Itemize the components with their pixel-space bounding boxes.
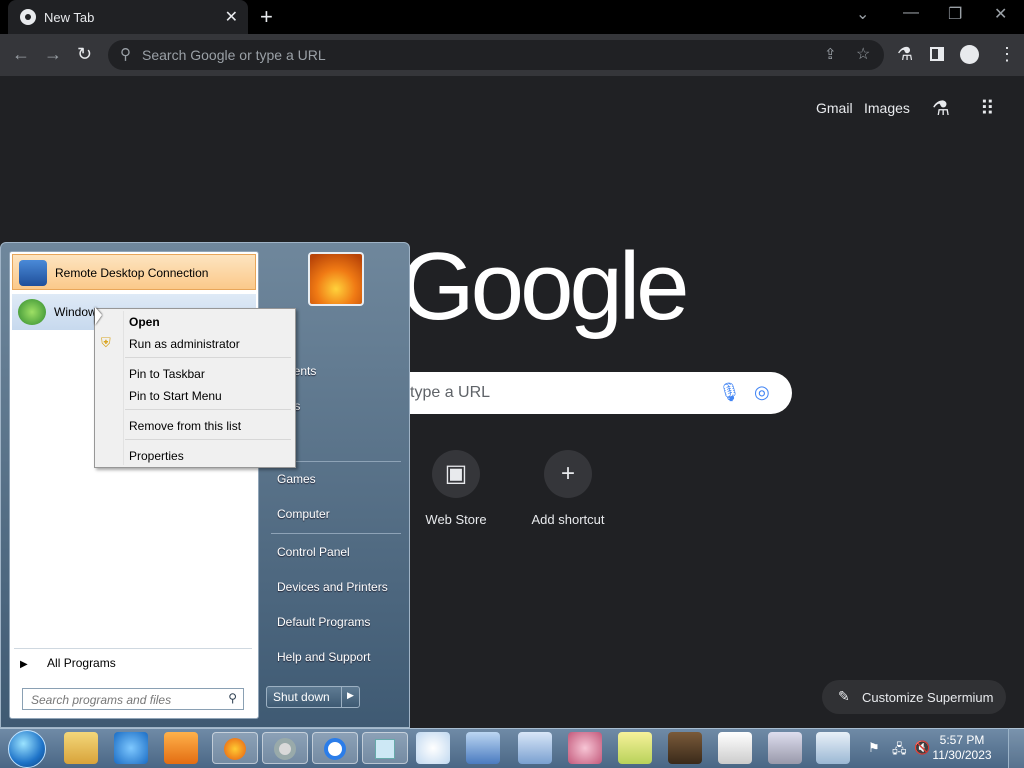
- menu-icon[interactable]: ⋮: [998, 44, 1016, 65]
- all-programs-label: All Programs: [47, 656, 116, 670]
- taskbar-clock[interactable]: 5:57 PM 11/30/2023: [930, 733, 994, 763]
- divider: [271, 533, 401, 534]
- bookmark-star-icon[interactable]: ☆: [856, 44, 870, 64]
- menu-item-pin-start[interactable]: Pin to Start Menu: [129, 389, 222, 403]
- context-menu: Open ⛨ Run as administrator Pin to Taskb…: [94, 308, 296, 468]
- menu-item-open[interactable]: Open: [129, 315, 160, 329]
- restore-icon[interactable]: ❐: [948, 4, 962, 24]
- wordpad-icon[interactable]: [518, 732, 552, 764]
- network-icon[interactable]: 🖧: [892, 740, 907, 762]
- omnibox[interactable]: ⚲ Search Google or type a URL ⇪ ☆: [108, 40, 884, 70]
- gmail-link[interactable]: Gmail: [816, 100, 853, 116]
- remote-desktop-taskbar-icon[interactable]: [466, 732, 500, 764]
- calculator-icon[interactable]: [768, 732, 802, 764]
- documents-icon[interactable]: [816, 732, 850, 764]
- pencil-icon: ✎: [838, 688, 850, 704]
- menu-item-pin-taskbar[interactable]: Pin to Taskbar: [129, 367, 205, 381]
- apps-grid-icon[interactable]: ⠿: [980, 96, 995, 121]
- minimize-icon[interactable]: —: [903, 4, 919, 22]
- chrome-icon: [20, 9, 36, 25]
- lens-icon[interactable]: ◎: [754, 382, 770, 403]
- uac-shield-icon: ⛨: [101, 335, 111, 350]
- action-center-flag-icon[interactable]: ⚑: [868, 740, 880, 756]
- explorer-icon[interactable]: [64, 732, 98, 764]
- start-item-default-programs[interactable]: Default Programs: [277, 615, 370, 629]
- triangle-right-icon[interactable]: ▶: [347, 690, 354, 701]
- back-icon[interactable]: ←: [12, 44, 30, 65]
- volume-muted-icon[interactable]: 🔇: [914, 740, 930, 756]
- tab-title: New Tab: [44, 10, 95, 25]
- start-orb-icon[interactable]: [8, 730, 46, 768]
- program-label: Remote Desktop Connection: [55, 266, 209, 280]
- divider: [125, 409, 291, 410]
- start-search-placeholder: Search programs and files: [31, 693, 172, 707]
- customize-label: Customize Supermium: [862, 690, 994, 705]
- divider: [123, 311, 124, 465]
- voice-search-icon[interactable]: 🎙: [718, 382, 741, 403]
- start-item-control-panel[interactable]: Control Panel: [277, 545, 350, 559]
- media-player-icon[interactable]: [164, 732, 198, 764]
- omnibox-placeholder: Search Google or type a URL: [142, 47, 326, 63]
- sticky-notes-icon[interactable]: [618, 732, 652, 764]
- google-logo: Google: [400, 233, 690, 340]
- ntp-search-placeholder: type a URL: [410, 384, 491, 401]
- shortcut-add[interactable]: + Add shortcut: [513, 450, 623, 527]
- menu-item-run-as-admin[interactable]: Run as administrator: [129, 337, 240, 351]
- windows-orb-icon: [18, 299, 46, 325]
- search-icon: ⚲: [120, 46, 131, 63]
- shortcut-label: Web Store: [425, 512, 487, 527]
- all-programs[interactable]: ▶ All Programs: [20, 656, 116, 670]
- shutdown-button[interactable]: Shut down ▶: [266, 686, 360, 708]
- divider: [125, 439, 291, 440]
- notepad-icon[interactable]: [362, 732, 408, 764]
- shortcut-web-store[interactable]: ▣ Web Store: [401, 450, 511, 527]
- clock-time: 5:57 PM: [939, 733, 985, 747]
- close-window-icon[interactable]: ✕: [994, 4, 1007, 24]
- solitaire-icon[interactable]: [718, 732, 752, 764]
- tab-new-tab[interactable]: New Tab ✕: [8, 0, 248, 34]
- snipping-tool-icon[interactable]: [568, 732, 602, 764]
- plus-icon: +: [544, 450, 592, 498]
- menu-item-properties[interactable]: Properties: [129, 449, 184, 463]
- games-icon[interactable]: [668, 732, 702, 764]
- customize-button[interactable]: ✎ Customize Supermium: [822, 680, 1006, 714]
- program-label: Window: [54, 305, 97, 319]
- clock-date: 11/30/2023: [932, 748, 992, 762]
- tab-search-icon[interactable]: ⌄: [856, 4, 869, 24]
- web-store-icon: ▣: [432, 450, 480, 498]
- triangle-right-icon: ▶: [20, 659, 28, 670]
- search-icon: ⚲: [228, 691, 237, 705]
- internet-explorer-icon[interactable]: [114, 732, 148, 764]
- mouse-cursor: [95, 307, 102, 325]
- start-item-help[interactable]: Help and Support: [277, 650, 370, 664]
- divider: [14, 648, 252, 649]
- divider: [125, 357, 291, 358]
- divider: [341, 687, 342, 707]
- show-desktop-button[interactable]: [1008, 728, 1024, 768]
- side-panel-icon[interactable]: [930, 47, 944, 61]
- chrome-taskbar-icon[interactable]: [262, 732, 308, 764]
- program-remote-desktop[interactable]: Remote Desktop Connection: [12, 254, 256, 290]
- share-icon[interactable]: ⇪: [824, 45, 837, 63]
- images-link[interactable]: Images: [864, 100, 910, 116]
- start-item-games[interactable]: Games: [277, 472, 316, 486]
- labs-flask-icon[interactable]: ⚗: [932, 96, 950, 121]
- user-avatar[interactable]: [308, 252, 364, 306]
- extensions-icon[interactable]: ⚗: [897, 44, 913, 65]
- new-tab-button[interactable]: +: [260, 4, 273, 30]
- shortcut-label: Add shortcut: [531, 512, 605, 527]
- start-item-devices[interactable]: Devices and Printers: [277, 580, 388, 594]
- forward-icon[interactable]: →: [44, 44, 62, 65]
- start-item-computer[interactable]: Computer: [277, 507, 330, 521]
- menu-item-remove[interactable]: Remove from this list: [129, 419, 241, 433]
- start-search-input[interactable]: Search programs and files ⚲: [22, 688, 244, 710]
- reload-icon[interactable]: ↻: [77, 44, 92, 65]
- supermium-icon[interactable]: [312, 732, 358, 764]
- close-tab-icon[interactable]: ✕: [225, 7, 238, 27]
- paint-icon[interactable]: [416, 732, 450, 764]
- shutdown-label: Shut down: [273, 690, 330, 704]
- firefox-icon[interactable]: [212, 732, 258, 764]
- remote-desktop-icon: [19, 260, 47, 286]
- profile-avatar[interactable]: [960, 45, 979, 64]
